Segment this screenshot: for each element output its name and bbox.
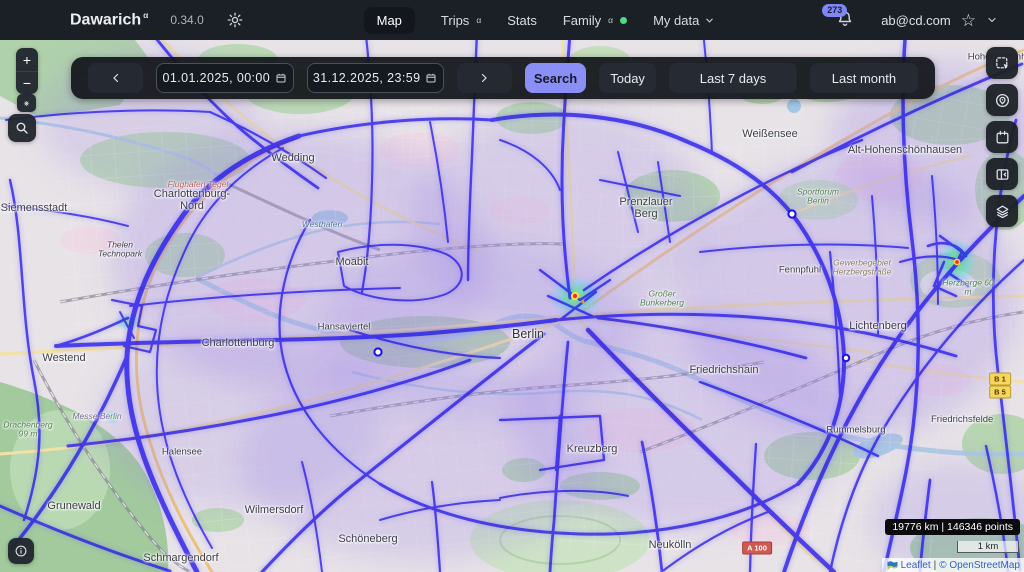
main-nav: Map Tripsα Stats Familyα My data: [244, 7, 835, 34]
leaflet-link[interactable]: Leaflet: [901, 560, 931, 571]
family-status-dot: [620, 17, 627, 24]
next-period-button[interactable]: [457, 63, 512, 93]
openstreetmap-link[interactable]: © OpenStreetMap: [939, 560, 1020, 571]
attribution-separator: |: [934, 560, 937, 571]
visits-icon: [994, 92, 1011, 109]
settings-icon: [23, 97, 30, 110]
end-datetime-input[interactable]: 31.12.2025, 23:59: [307, 63, 444, 93]
map-settings-button[interactable]: [17, 94, 36, 112]
zoom-in-button[interactable]: +: [16, 48, 38, 71]
theme-toggle-sun-icon[interactable]: [226, 11, 244, 29]
alpha-badge: α: [608, 15, 613, 25]
nav-item-family[interactable]: Familyα: [563, 13, 627, 28]
map-right-toolbar: [986, 47, 1018, 227]
chevron-down-icon[interactable]: [986, 14, 998, 26]
chevron-left-icon: [110, 72, 122, 84]
nav-item-trips[interactable]: Tripsα: [441, 13, 481, 28]
account-email[interactable]: ab@cd.com: [881, 13, 951, 28]
map-search-button[interactable]: [8, 114, 36, 142]
select-area-icon: [994, 55, 1011, 72]
sidebar-toggle-icon: [994, 166, 1011, 183]
top-navbar: Dawarichα 0.34.0 Map Tripsα Stats Family…: [0, 0, 1024, 40]
last-7-days-button[interactable]: Last 7 days: [669, 63, 797, 93]
leaflet-flag-icon: [887, 561, 898, 570]
map-info-button[interactable]: [8, 538, 34, 564]
layers-button[interactable]: [986, 195, 1018, 227]
sidebar-toggle-button[interactable]: [986, 158, 1018, 190]
layers-icon: [994, 203, 1011, 220]
track-stats-badge: 19776 km | 146346 points: [885, 519, 1020, 535]
search-icon: [14, 120, 30, 136]
visits-button[interactable]: [986, 84, 1018, 116]
alpha-badge: α: [476, 15, 481, 25]
search-button[interactable]: Search: [525, 63, 586, 93]
zoom-out-button[interactable]: −: [16, 71, 38, 94]
calendar-button[interactable]: [986, 121, 1018, 153]
select-area-button[interactable]: [986, 47, 1018, 79]
dawarich-app: Siemensstadt Westend Charlottenburg-Nord…: [0, 0, 1024, 572]
alpha-badge: α: [143, 10, 148, 20]
last-month-button[interactable]: Last month: [810, 63, 918, 93]
zoom-control: + −: [16, 48, 38, 94]
notifications-button[interactable]: 273: [835, 9, 857, 31]
map-attribution: Leaflet | © OpenStreetMap: [882, 558, 1024, 572]
chevron-down-icon: [704, 15, 715, 26]
previous-period-button[interactable]: [88, 63, 143, 93]
calendar-icon: [425, 72, 437, 84]
date-filter-bar: 01.01.2025, 00:00 31.12.2025, 23:59 Sear…: [71, 57, 935, 99]
chevron-right-icon: [478, 72, 490, 84]
nav-item-my-data[interactable]: My data: [653, 13, 715, 28]
today-button[interactable]: Today: [599, 63, 656, 93]
map-scale-bar: 1 km: [957, 541, 1019, 553]
notification-count-badge: 273: [822, 4, 847, 17]
calendar-icon: [275, 72, 287, 84]
star-icon[interactable]: ☆: [961, 12, 976, 29]
nav-item-map[interactable]: Map: [364, 7, 415, 34]
calendar-icon: [994, 129, 1011, 146]
app-version: 0.34.0: [170, 13, 203, 27]
nav-item-stats[interactable]: Stats: [507, 13, 537, 28]
info-icon: [14, 543, 28, 559]
app-logo[interactable]: Dawarichα: [70, 10, 148, 29]
start-datetime-input[interactable]: 01.01.2025, 00:00: [156, 63, 293, 93]
